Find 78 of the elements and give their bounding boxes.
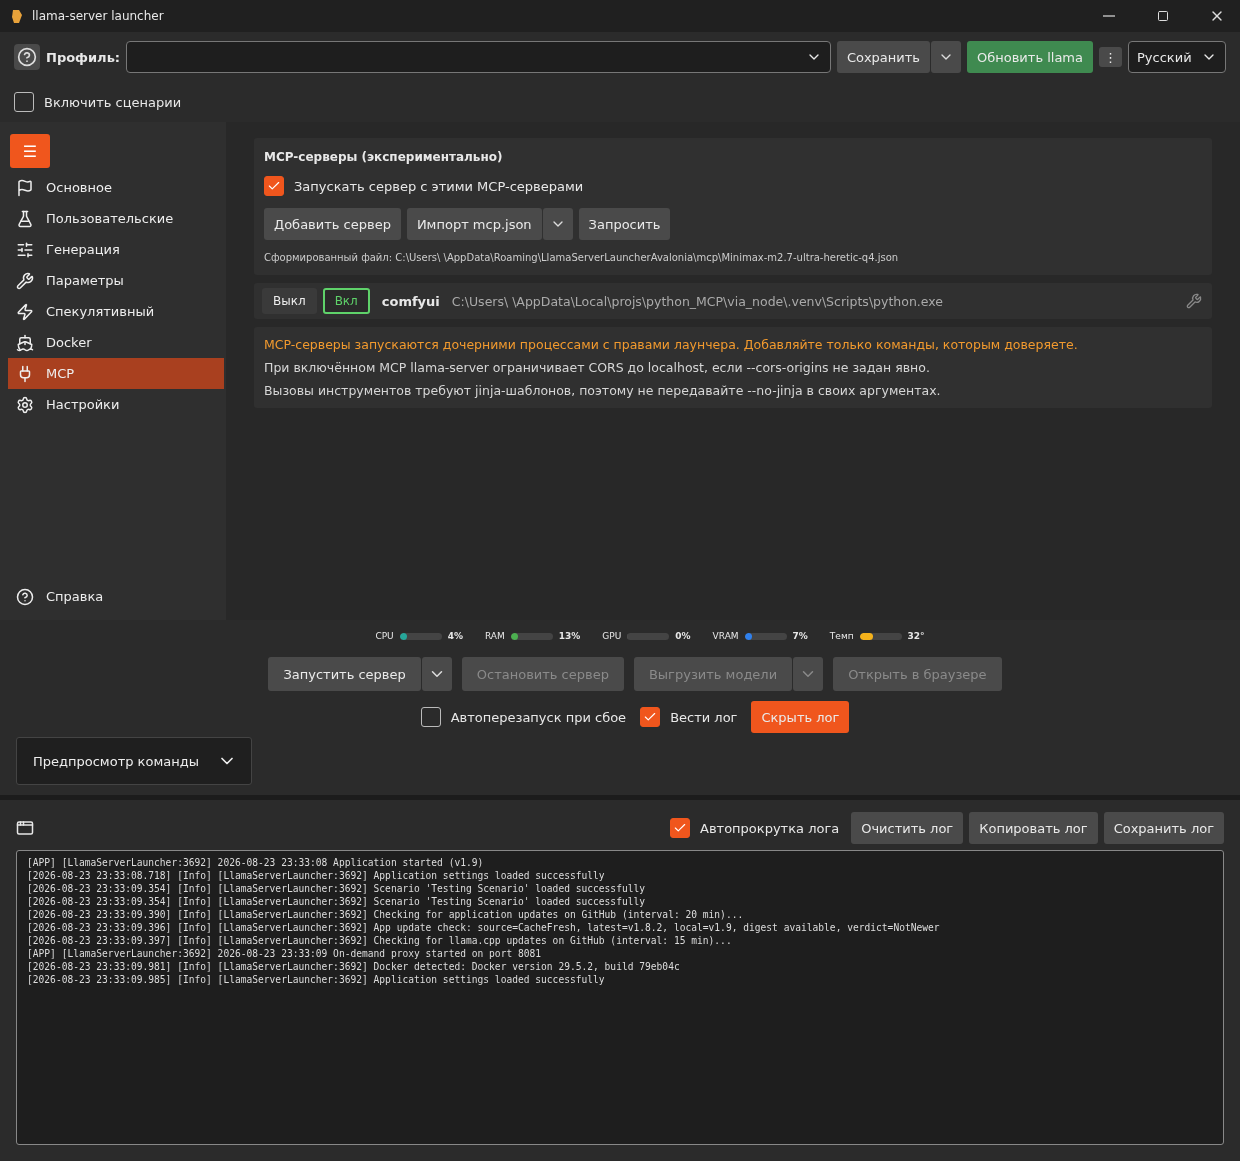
sidebar-item[interactable]: Настройки <box>8 389 224 420</box>
info-text: При включённом MCP llama-server ограничивает CORS до localhost, если --cors-origins не задан явно. <box>264 360 931 375</box>
option-checkbox[interactable]: Вести лог <box>640 707 738 727</box>
meter-label: VRAM <box>712 631 739 641</box>
command-preview-dropdown[interactable]: Предпросмотр команды <box>16 737 252 785</box>
sidebar-item[interactable]: Генерация <box>8 234 224 265</box>
settings-icon <box>16 395 34 414</box>
check-icon <box>643 710 658 724</box>
server-command: C:\Users\ \AppData\Local\projs\python_MCP\via_node\.venv\Scripts\python.exe <box>451 293 944 309</box>
log-line: [APP] [LlamaServerLauncher:3692] 2026-08-23 23:33:08 Application started (v1.9) <box>27 856 485 869</box>
log-line: [2026-08-23 23:33:09.397] [Info] [LlamaServerLauncher:3692] Checking for llama.cpp updates on GitHub (interval: 15 min)... <box>27 934 733 947</box>
wrench-icon[interactable] <box>1186 293 1202 309</box>
warning-text: MCP-серверы запускаются дочерними процессами с правами лаунчера. Добавляйте только команды, которым доверяете. <box>264 337 1079 352</box>
meter-label: Темп <box>829 631 854 641</box>
window-icon[interactable] <box>16 819 34 837</box>
flag-icon <box>16 178 34 197</box>
meter-reading: 4% <box>447 631 463 641</box>
sidebar-item[interactable]: Основное <box>8 172 224 203</box>
language-select[interactable]: Русский <box>1128 41 1226 73</box>
sidebar-item[interactable]: Пользовательские <box>8 203 224 234</box>
action-button[interactable]: Запустить сервер <box>268 657 421 691</box>
run-with-mcp-checkbox[interactable]: Запускать сервер с этими MCP-серверами <box>264 176 1202 196</box>
log-line: [2026-08-23 23:33:09.396] [Info] [LlamaServerLauncher:3692] App update check: source=CacheFresh, latest=v1.8.2, local=v1.9, digest available, verdict=NotNewer <box>27 921 941 934</box>
on-toggle[interactable]: Вкл <box>322 288 370 314</box>
sidebar-item[interactable]: MCP <box>8 358 224 389</box>
meter-reading: 13% <box>558 631 581 641</box>
autoscroll-checkbox[interactable]: Автопрокрутка лога <box>670 818 840 838</box>
sliders-icon <box>16 240 34 259</box>
meter-label: CPU <box>375 631 394 641</box>
log-button[interactable]: Копировать лог <box>969 812 1098 844</box>
more-button[interactable]: ⋮ <box>1099 47 1122 67</box>
log-button[interactable]: Сохранить лог <box>1103 812 1224 844</box>
update-button[interactable]: Обновить llama <box>967 41 1093 73</box>
log-line: [2026-08-23 23:33:09.985] [Info] [LlamaServerLauncher:3692] Application settings loaded successfully <box>27 973 606 986</box>
option-checkbox[interactable]: Автоперезапуск при сбое <box>420 707 627 727</box>
help-icon <box>17 47 37 67</box>
log-line: [2026-08-23 23:33:08.718] [Info] [LlamaServerLauncher:3692] Application settings loaded successfully <box>27 869 606 882</box>
info-text: Вызовы инструментов требуют jinja-шаблонов, поэтому не передавайте --no-jinja в своих аргументах. <box>264 383 942 398</box>
log-line: [APP] [LlamaServerLauncher:3692] 2026-08-23 23:33:09 On-demand proxy started on port 8081 <box>27 947 543 960</box>
meter-label: GPU <box>602 631 622 641</box>
scenarios-checkbox[interactable]: Включить сценарии <box>14 92 182 112</box>
sidebar-item[interactable]: Спекулятивный <box>8 296 224 327</box>
help-button[interactable] <box>14 44 40 70</box>
log-line: [2026-08-23 23:33:09.390] [Info] [LlamaServerLauncher:3692] Checking for application updates on GitHub (interval: 20 min)... <box>27 908 745 921</box>
meter-reading: 7% <box>792 631 808 641</box>
section-title: MCP-серверы (экспериментально) <box>264 150 504 164</box>
lightning-icon <box>16 302 34 321</box>
meter-reading: 0% <box>675 631 691 641</box>
maximize-icon <box>1157 10 1169 22</box>
log-line: [2026-08-23 23:33:09.354] [Info] [LlamaServerLauncher:3692] Scenario 'Testing Scenario' loaded successfully <box>27 882 647 895</box>
log-line: [2026-08-23 23:33:09.981] [Info] [LlamaServerLauncher:3692] Docker detected: Docker version 29.5.2, build 79eb04c <box>27 960 681 973</box>
generated-file-text: Сформированный файл: C:\Users\ \AppData\Roaming\LlamaServerLauncherAvalonia\mcp\Minimax-m2.7-ultra-heretic-q4.json <box>264 252 900 263</box>
app-logo-icon <box>10 8 24 24</box>
help-link[interactable]: Справка <box>8 581 224 612</box>
add-server-button[interactable]: Добавить сервер <box>264 208 401 240</box>
server-name: comfyui <box>381 293 440 309</box>
log-button[interactable]: Очистить лог <box>851 812 964 844</box>
check-icon <box>267 179 281 193</box>
request-button[interactable]: Запросить <box>578 208 671 240</box>
profile-label: Профиль: <box>46 49 121 65</box>
wrench-icon <box>16 271 34 290</box>
meter-label: RAM <box>484 631 505 641</box>
flask-icon <box>16 209 34 228</box>
save-button[interactable]: Сохранить <box>836 41 930 73</box>
off-toggle[interactable]: Выкл <box>262 288 317 314</box>
meter-reading: 32° <box>907 631 925 641</box>
action-menu-button[interactable] <box>421 657 452 691</box>
minimize-icon <box>1103 15 1115 17</box>
window-title: llama-server launcher <box>32 9 165 23</box>
sidebar-item[interactable]: Docker <box>8 327 224 358</box>
import-menu-button[interactable] <box>542 208 573 240</box>
help-icon <box>16 587 34 606</box>
save-menu-button[interactable] <box>931 41 961 73</box>
log-line: [2026-08-23 23:33:09.354] [Info] [LlamaServerLauncher:3692] Scenario 'Testing Scenario' loaded successfully <box>27 895 647 908</box>
check-icon <box>673 821 688 835</box>
sidebar-item[interactable]: Параметры <box>8 265 224 296</box>
profile-select[interactable] <box>126 41 831 73</box>
import-button[interactable]: Импорт mcp.json <box>406 208 542 240</box>
